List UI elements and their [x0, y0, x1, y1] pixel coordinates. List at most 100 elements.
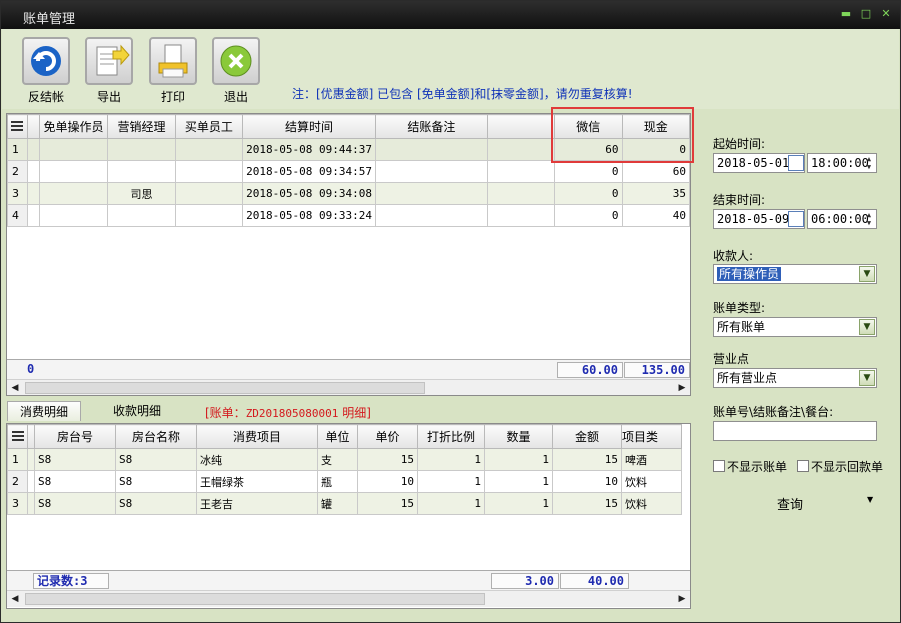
end-date-value: 2018-05-09: [717, 212, 790, 226]
col-room-name[interactable]: 房台名称: [115, 424, 197, 449]
col-settle-note[interactable]: 结账备注: [374, 114, 488, 139]
hide-bills-checkbox[interactable]: [713, 460, 725, 472]
col-item-type[interactable]: 项目类: [621, 424, 682, 449]
col-cash[interactable]: 现金: [621, 114, 690, 139]
close-button[interactable]: ✕: [879, 7, 893, 21]
table-row[interactable]: 4 2018-05-08 09:33:24 0 40: [7, 204, 690, 227]
hide-refund-checkbox[interactable]: [797, 460, 809, 472]
end-date-field[interactable]: 2018-05-09: [713, 209, 805, 229]
cell-amount: 10: [552, 470, 622, 493]
col-unit[interactable]: 单位: [317, 424, 358, 449]
cell-qty: 1: [484, 448, 553, 471]
chevron-down-icon[interactable]: ▼: [859, 266, 875, 282]
calendar-icon[interactable]: [788, 211, 804, 227]
spinner-icon[interactable]: ▲ ▼: [864, 155, 874, 171]
chevron-down-icon[interactable]: ▼: [859, 370, 875, 386]
col-settle-time[interactable]: 结算时间: [242, 114, 376, 139]
scroll-left-arrow-icon[interactable]: ◀: [7, 380, 23, 395]
spinner-icon[interactable]: ▲ ▼: [864, 211, 874, 227]
cell-price: 15: [357, 448, 418, 471]
detail-tabs: 消费明细 收款明细 [账单：ZD201805080001 明细]: [7, 399, 691, 421]
bill-type-label: 账单类型:: [713, 301, 766, 315]
table-row[interactable]: 2 S8 S8 王帽绿茶 瓶 10 1 1 10 饮料: [7, 470, 682, 493]
maximize-button[interactable]: □: [859, 7, 873, 21]
outlet-label: 营业点: [713, 352, 750, 366]
cell-cash: 35: [621, 182, 690, 205]
tab-payment-detail[interactable]: 收款明细: [101, 401, 173, 421]
query-button[interactable]: 查询: [777, 494, 803, 513]
cell-sales-manager: [107, 204, 176, 227]
table-row[interactable]: 1 S8 S8 冰纯 支 15 1 1 15 啤酒: [7, 448, 682, 471]
cell-blank: [486, 182, 556, 205]
export-label: 导出: [96, 90, 121, 104]
cell-cash: 60: [621, 160, 690, 183]
end-time-field[interactable]: 06:00:00 ▲ ▼: [807, 209, 877, 229]
cell-sales-manager: [107, 160, 176, 183]
search-label: 账单号\结账备注\餐台:: [713, 405, 834, 419]
details-horizontal-scrollbar[interactable]: ◀ ▶: [7, 590, 690, 607]
col-sales-manager[interactable]: 营销经理: [107, 114, 176, 139]
print-button[interactable]: 打印: [148, 37, 198, 107]
bills-header-row: 免单操作员 营销经理 买单员工 结算时间 结账备注 微信 现金: [7, 114, 690, 139]
bills-horizontal-scrollbar[interactable]: ◀ ▶: [7, 379, 690, 395]
cell-free-operator: [38, 204, 109, 227]
payee-select[interactable]: 所有操作员 ▼: [713, 264, 877, 284]
col-room-no[interactable]: 房台号: [34, 424, 116, 449]
calendar-icon[interactable]: [788, 155, 804, 171]
table-row[interactable]: 3 司思 2018-05-08 09:34:08 0 35: [7, 182, 690, 205]
details-grid[interactable]: 房台号 房台名称 消费项目 单位 单价 打折比例 数量 金额 项目类 1 S8 …: [6, 423, 691, 609]
row-header-icon[interactable]: [7, 114, 28, 139]
col-wechat[interactable]: 微信: [554, 114, 623, 139]
payee-label: 收款人:: [713, 249, 754, 263]
row-indicator: [27, 470, 35, 493]
outlet-select[interactable]: 所有营业点 ▼: [713, 368, 877, 388]
search-input[interactable]: [713, 421, 877, 441]
unsettle-button[interactable]: 反结帐: [21, 37, 71, 107]
print-label: 打印: [160, 90, 185, 104]
cell-settle-note: [374, 138, 488, 161]
col-item[interactable]: 消费项目: [196, 424, 318, 449]
table-row[interactable]: 2 2018-05-08 09:34:57 0 60: [7, 160, 690, 183]
scroll-right-arrow-icon[interactable]: ▶: [674, 591, 690, 607]
cell-buyer-staff: [174, 160, 244, 183]
col-buyer-staff[interactable]: 买单员工: [174, 114, 244, 139]
outlet-value: 所有营业点: [717, 371, 778, 385]
table-row[interactable]: 3 S8 S8 王老吉 罐 15 1 1 15 饮料: [7, 492, 682, 515]
start-date-field[interactable]: 2018-05-01: [713, 153, 805, 173]
cell-sales-manager: 司思: [107, 182, 176, 205]
undo-icon: [22, 37, 70, 85]
col-qty[interactable]: 数量: [484, 424, 553, 449]
bills-grid[interactable]: 免单操作员 营销经理 买单员工 结算时间 结账备注 微信 现金 1 2018-0…: [6, 113, 691, 396]
scroll-thumb[interactable]: [25, 382, 425, 394]
chevron-down-icon[interactable]: ▼: [867, 495, 873, 504]
cell-wechat: 0: [554, 160, 623, 183]
scroll-right-arrow-icon[interactable]: ▶: [674, 380, 690, 395]
tab-consumption-detail[interactable]: 消费明细: [7, 401, 82, 421]
details-header-row: 房台号 房台名称 消费项目 单位 单价 打折比例 数量 金额 项目类: [7, 424, 682, 449]
col-free-operator[interactable]: 免单操作员: [38, 114, 109, 139]
start-time-field[interactable]: 18:00:00 ▲ ▼: [807, 153, 877, 173]
col-price[interactable]: 单价: [357, 424, 418, 449]
table-row[interactable]: 1 2018-05-08 09:44:37 60 0: [7, 138, 690, 161]
chevron-down-icon[interactable]: ▼: [859, 319, 875, 335]
scroll-thumb[interactable]: [25, 593, 485, 605]
start-date-value: 2018-05-01: [717, 156, 790, 170]
cell-settle-note: [374, 204, 488, 227]
exit-button[interactable]: 退出: [211, 37, 261, 107]
cell-room-no: S8: [34, 492, 116, 515]
row-header-icon[interactable]: [7, 424, 28, 449]
scroll-left-arrow-icon[interactable]: ◀: [7, 591, 23, 607]
col-amount[interactable]: 金额: [552, 424, 622, 449]
cell-settle-time: 2018-05-08 09:33:24: [242, 204, 376, 227]
minimize-button[interactable]: ▬: [839, 7, 853, 21]
bill-detail-code: ZD201805080001: [245, 407, 339, 420]
row-indicator: [27, 492, 35, 515]
export-button[interactable]: 导出: [84, 37, 134, 107]
cell-settle-time: 2018-05-08 09:34:08: [242, 182, 376, 205]
cell-qty: 1: [484, 470, 553, 493]
col-discount[interactable]: 打折比例: [417, 424, 485, 449]
bill-type-select[interactable]: 所有账单 ▼: [713, 317, 877, 337]
row-indicator: [26, 138, 40, 161]
col-blank[interactable]: [486, 114, 556, 139]
filter-panel: 起始时间: 2018-05-01 18:00:00 ▲ ▼ 结束时间: 2018-…: [695, 111, 897, 619]
